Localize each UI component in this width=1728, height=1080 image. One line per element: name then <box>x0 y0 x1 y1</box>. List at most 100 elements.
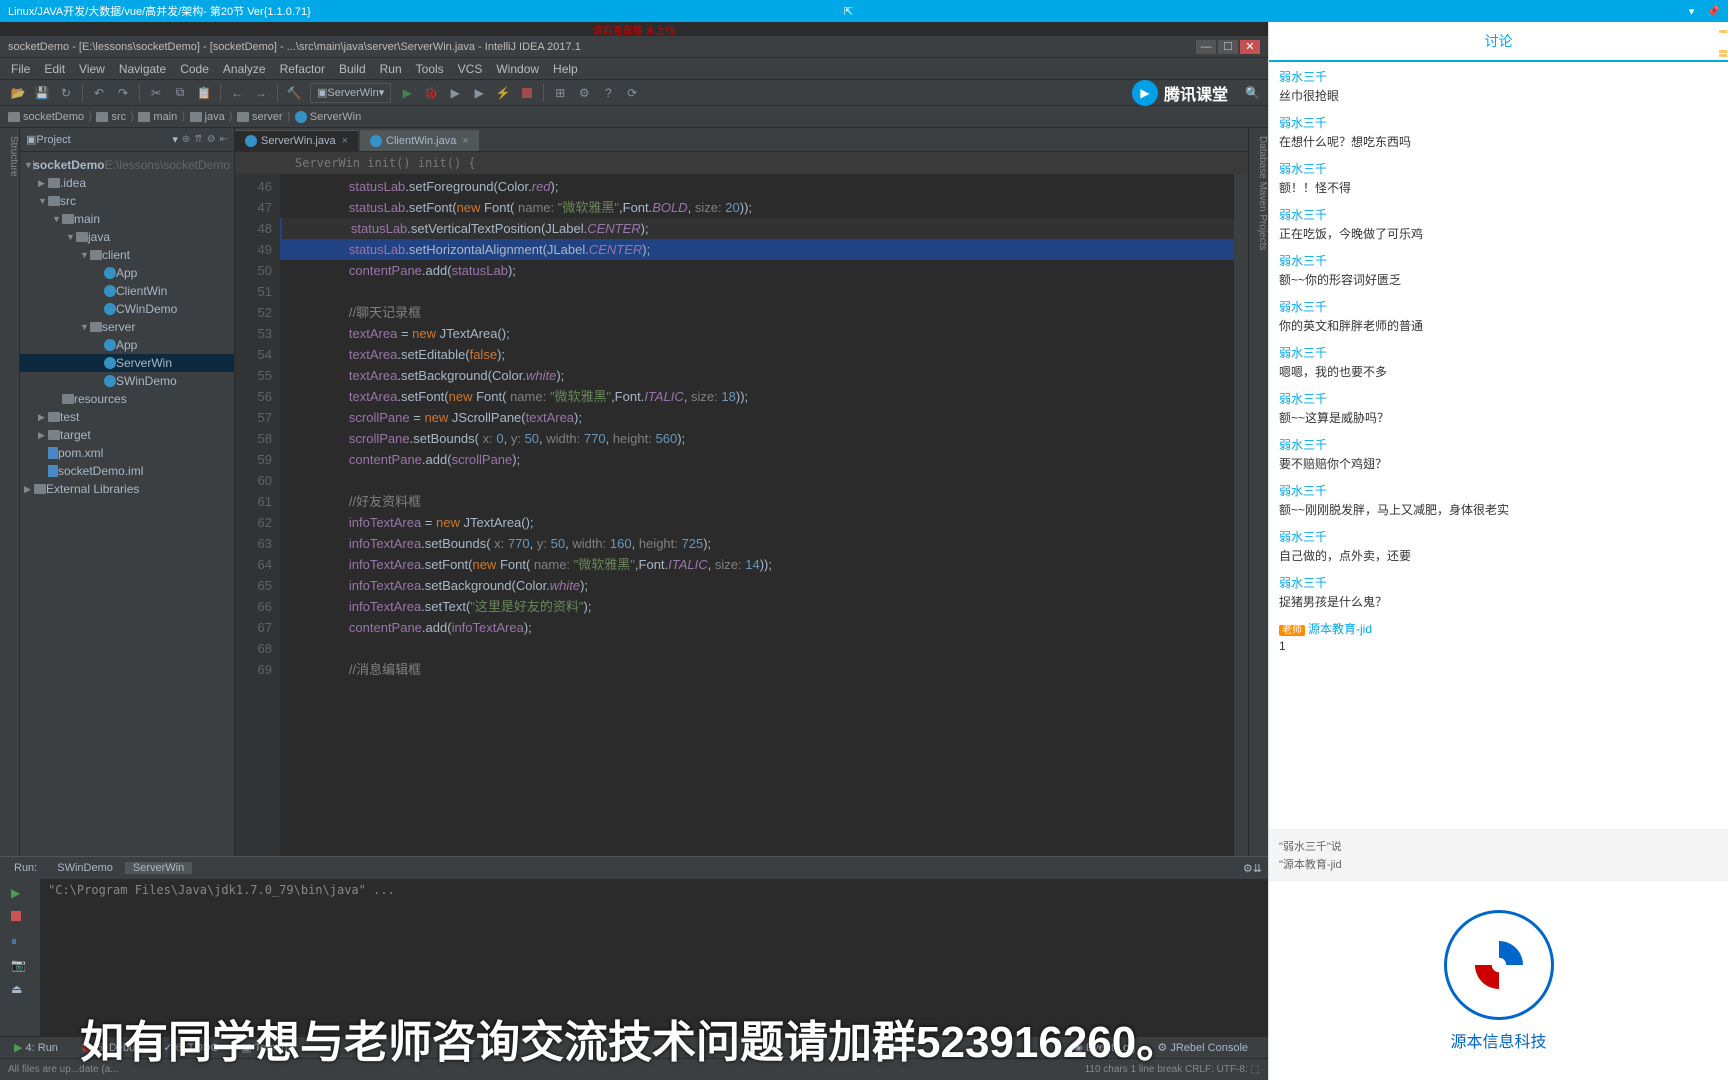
redo-icon[interactable]: ↷ <box>113 83 133 103</box>
gear-icon[interactable]: ⚙ <box>207 134 216 145</box>
tree-node-java[interactable]: ▼ java <box>20 228 234 246</box>
dump-icon[interactable]: 📷 <box>11 958 29 976</box>
toolbar: 📂 💾 ↻ ↶ ↷ ✂ ⧉ 📋 ← → 🔨 ▣ ServerWin ▾ ▶ 🐞 … <box>0 80 1268 106</box>
coverage-icon[interactable]: ▶ <box>445 83 465 103</box>
menu-window[interactable]: Window <box>489 62 546 76</box>
menu-analyze[interactable]: Analyze <box>216 62 273 76</box>
chat-message: 弱水三千在想什么呢？想吃东西吗 <box>1279 114 1718 150</box>
tree-node-client[interactable]: ▼ client <box>20 246 234 264</box>
menu-tools[interactable]: Tools <box>409 62 451 76</box>
run-config-selector[interactable]: ▣ ServerWin ▾ <box>310 83 391 103</box>
back-icon[interactable]: ← <box>227 83 247 103</box>
editor-tab[interactable]: ServerWin.java× <box>235 130 358 151</box>
menu-run[interactable]: Run <box>373 62 409 76</box>
right-tool-tabs[interactable]: Database Maven Projects <box>1248 128 1268 856</box>
search-icon[interactable]: 🔍 <box>1245 86 1260 100</box>
hide-icon[interactable]: ⇤ <box>220 134 228 145</box>
tree-node-external libraries[interactable]: ▶ External Libraries <box>20 480 234 498</box>
pause-icon[interactable]: ⏸ <box>11 934 29 952</box>
maximize-button[interactable]: ☐ <box>1218 40 1238 54</box>
profile-icon[interactable]: ▶ <box>469 83 489 103</box>
structure-icon[interactable]: ⊞ <box>550 83 570 103</box>
menu-code[interactable]: Code <box>173 62 216 76</box>
menu-help[interactable]: Help <box>546 62 585 76</box>
jrebel-icon[interactable]: ⟳ <box>622 83 642 103</box>
tree-node-socketdemo[interactable]: ▼ socketDemo E:\lessons\socketDemo <box>20 156 234 174</box>
tree-node-clientwin[interactable]: ClientWin <box>20 282 234 300</box>
sync-icon[interactable]: ↻ <box>56 83 76 103</box>
save-icon[interactable]: 💾 <box>32 83 52 103</box>
exit-icon[interactable]: ⏏ <box>11 982 29 1000</box>
chevron-down-icon[interactable]: ▾ <box>172 133 178 146</box>
run-tab-swindemo[interactable]: SWinDemo <box>49 862 121 874</box>
debug-icon[interactable]: 🐞 <box>421 83 441 103</box>
tab-run[interactable]: ▶ 4: Run <box>6 1041 66 1054</box>
breadcrumb-item[interactable]: socketDemo <box>23 111 84 123</box>
tree-node-serverwin[interactable]: ServerWin <box>20 354 234 372</box>
gear-icon[interactable]: ⚙ <box>1243 862 1253 875</box>
tree-node-socketdemo.iml[interactable]: socketDemo.iml <box>20 462 234 480</box>
stop-icon[interactable] <box>517 83 537 103</box>
menu-refactor[interactable]: Refactor <box>273 62 332 76</box>
breadcrumb-item[interactable]: main <box>153 111 177 123</box>
build-icon[interactable]: 🔨 <box>284 83 304 103</box>
editor-tab[interactable]: ClientWin.java× <box>360 130 479 151</box>
chat-messages[interactable]: 弱水三千丝巾很抢眼弱水三千在想什么呢？想吃东西吗弱水三千额！！怪不得弱水三千正在… <box>1269 62 1728 829</box>
breadcrumb-item[interactable]: src <box>111 111 126 123</box>
logo-text: 腾讯课堂 <box>1164 81 1228 105</box>
forward-icon[interactable]: → <box>251 83 271 103</box>
minimize-icon[interactable]: ⇊ <box>1253 862 1262 875</box>
paste-icon[interactable]: 📋 <box>194 83 214 103</box>
menu-build[interactable]: Build <box>332 62 373 76</box>
line-gutter[interactable]: 4647484950515253545556575859606162636465… <box>235 174 280 856</box>
chat-tab-discussion[interactable]: 讨论 <box>1269 22 1728 62</box>
breadcrumb-item[interactable]: server <box>252 111 283 123</box>
attach-icon[interactable]: ⚡ <box>493 83 513 103</box>
left-tool-tabs[interactable]: Structure <box>0 128 20 856</box>
run-icon[interactable]: ▶ <box>397 83 417 103</box>
breadcrumb-item[interactable]: java <box>205 111 225 123</box>
tree-node-test[interactable]: ▶ test <box>20 408 234 426</box>
copy-icon[interactable]: ⧉ <box>170 83 190 103</box>
menu-view[interactable]: View <box>72 62 112 76</box>
breadcrumb-item[interactable]: ServerWin <box>310 111 361 123</box>
chat-message: 弱水三千自己做的，点外卖，还要 <box>1279 528 1718 564</box>
open-icon[interactable]: 📂 <box>8 83 28 103</box>
tree-node-target[interactable]: ▶ target <box>20 426 234 444</box>
project-view-icon: ▣ <box>26 133 36 146</box>
tree-node-cwindemo[interactable]: CWinDemo <box>20 300 234 318</box>
share-icon[interactable]: ⇱ <box>844 5 853 18</box>
tree-node-app[interactable]: App <box>20 264 234 282</box>
menu-navigate[interactable]: Navigate <box>112 62 173 76</box>
settings-icon[interactable]: ⚙ <box>574 83 594 103</box>
tree-node-main[interactable]: ▼ main <box>20 210 234 228</box>
menu-file[interactable]: File <box>4 62 37 76</box>
code-content[interactable]: statusLab.setForeground(Color.red); stat… <box>280 174 1234 856</box>
minimize-button[interactable]: — <box>1196 40 1216 54</box>
collapse-icon[interactable]: ⇈ <box>194 134 202 145</box>
tree-node-app[interactable]: App <box>20 336 234 354</box>
help-icon[interactable]: ? <box>598 83 618 103</box>
tree-node-resources[interactable]: resources <box>20 390 234 408</box>
tree-node-server[interactable]: ▼ server <box>20 318 234 336</box>
code-area[interactable]: 4647484950515253545556575859606162636465… <box>235 174 1248 856</box>
cut-icon[interactable]: ✂ <box>146 83 166 103</box>
project-tree[interactable]: ▼ socketDemo E:\lessons\socketDemo▶ .ide… <box>20 152 234 856</box>
dropdown-icon[interactable]: ▾ <box>1689 5 1695 18</box>
stop-icon[interactable] <box>11 910 29 928</box>
menu-vcs[interactable]: VCS <box>451 62 490 76</box>
locate-icon[interactable]: ⊕ <box>182 134 190 145</box>
close-tab-icon[interactable]: × <box>342 135 348 147</box>
close-tab-icon[interactable]: × <box>462 135 468 147</box>
tree-node-.idea[interactable]: ▶ .idea <box>20 174 234 192</box>
close-button[interactable]: ✕ <box>1240 40 1260 54</box>
tree-node-pom.xml[interactable]: pom.xml <box>20 444 234 462</box>
menu-edit[interactable]: Edit <box>37 62 72 76</box>
chat-message: 弱水三千丝巾很抢眼 <box>1279 68 1718 104</box>
undo-icon[interactable]: ↶ <box>89 83 109 103</box>
rerun-icon[interactable]: ▶ <box>11 886 29 904</box>
tree-node-swindemo[interactable]: SWinDemo <box>20 372 234 390</box>
run-tab-serverwin[interactable]: ServerWin <box>125 862 192 874</box>
project-pane-label[interactable]: Project <box>36 134 172 146</box>
tree-node-src[interactable]: ▼ src <box>20 192 234 210</box>
